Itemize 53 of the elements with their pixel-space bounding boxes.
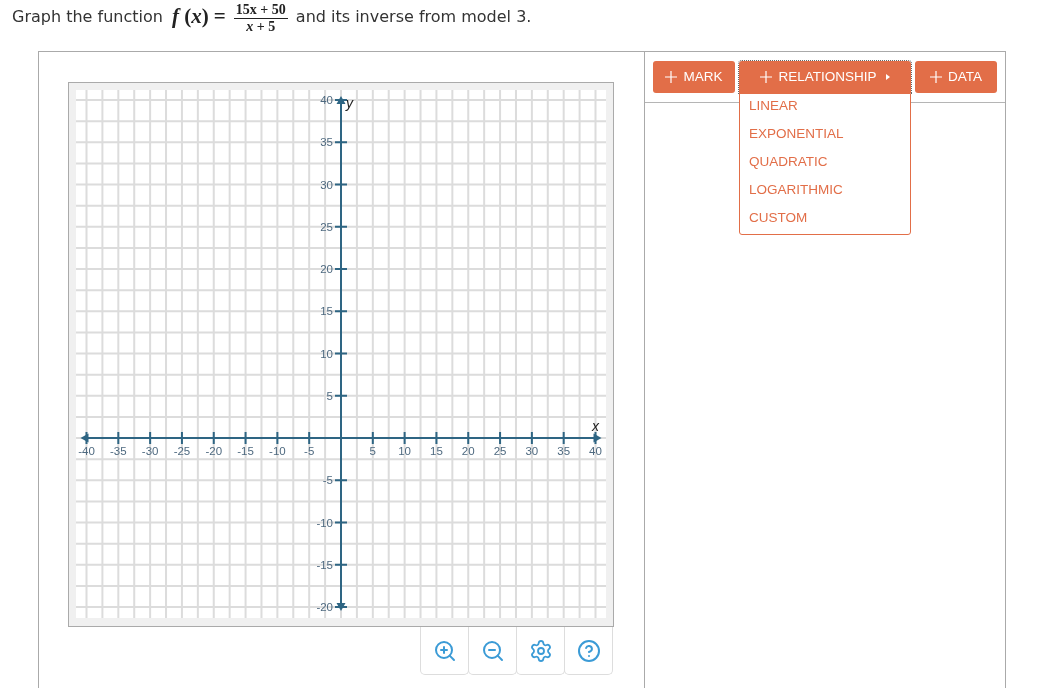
zoom-out-icon bbox=[480, 638, 505, 663]
dropdown-button[interactable]: RELATIONSHIP bbox=[739, 61, 911, 93]
axis-tick-label: 20 bbox=[461, 445, 475, 457]
axis-tick-label: -5 bbox=[304, 445, 315, 457]
menu-item[interactable]: LOGARITHMIC bbox=[740, 178, 910, 206]
fraction-denominator: x + 5 bbox=[246, 18, 276, 34]
axis-tick-label: -15 bbox=[237, 445, 254, 457]
x-axis-label: x bbox=[592, 418, 599, 434]
prompt-text: and its inverse from model 3. bbox=[295, 6, 532, 28]
axis-tick-label: 25 bbox=[320, 220, 333, 233]
settings-icon bbox=[528, 638, 553, 663]
axis-tick-label: 5 bbox=[326, 389, 333, 402]
function-notation: f (x) = bbox=[171, 3, 226, 31]
coordinate-plane[interactable]: -40 -35 -30 -25 -20 -15 -10 -5 5 10 15 20 25 30 35 40 40 35 30 25 20 15 10 5 -5 -10 -15 -20 x y bbox=[76, 90, 606, 618]
axis-tick-label: -30 bbox=[141, 445, 159, 457]
axis-tick-label: 5 bbox=[369, 445, 376, 457]
axis-tick-label: 10 bbox=[320, 347, 333, 360]
axis-tick-label: -10 bbox=[269, 445, 286, 457]
plus-icon bbox=[665, 71, 678, 83]
axis-tick-label: -40 bbox=[78, 445, 95, 457]
axis-tick-label: 35 bbox=[320, 136, 333, 149]
axis-tick-label: 15 bbox=[320, 305, 333, 318]
axis-tick-label: 30 bbox=[320, 178, 333, 191]
menu-item[interactable]: CUSTOM bbox=[740, 206, 910, 234]
menu-item[interactable]: EXPONENTIAL bbox=[740, 122, 910, 150]
axis-tick-label: -25 bbox=[173, 445, 191, 457]
add-button[interactable]: MARK bbox=[653, 61, 735, 93]
y-axis-label: y bbox=[346, 95, 353, 111]
prompt-text: Graph the function bbox=[12, 6, 163, 28]
help-button[interactable] bbox=[564, 627, 613, 675]
plus-icon bbox=[930, 71, 942, 83]
axis-tick-label: 40 bbox=[320, 94, 333, 106]
axis-tick-label: -15 bbox=[316, 558, 333, 571]
plus-icon bbox=[760, 71, 773, 83]
add-button[interactable]: DATA bbox=[915, 61, 997, 93]
menu-item[interactable]: QUADRATIC bbox=[740, 150, 910, 178]
zoom-in-icon bbox=[432, 638, 457, 663]
axis-tick-label: 35 bbox=[557, 445, 571, 457]
menu-item[interactable]: LINEAR bbox=[740, 94, 910, 122]
fraction-numerator: 15x + 50 bbox=[233, 2, 288, 19]
axis-tick-label: -20 bbox=[205, 445, 223, 457]
caret-icon bbox=[885, 74, 890, 80]
axis-tick-label: 20 bbox=[320, 263, 333, 275]
axis-tick-label: -35 bbox=[110, 445, 127, 457]
axis-tick-label: -20 bbox=[316, 601, 333, 613]
axis-tick-label: 40 bbox=[589, 445, 602, 457]
axis-tick-label: 30 bbox=[525, 445, 539, 457]
help-icon bbox=[576, 638, 601, 663]
axis-tick-label: 15 bbox=[430, 445, 443, 457]
axis-tick-label: 10 bbox=[398, 445, 411, 457]
axis-tick-label: 25 bbox=[493, 445, 507, 457]
axis-tick-label: -10 bbox=[316, 516, 333, 529]
axis-tick-label: -5 bbox=[322, 474, 333, 487]
